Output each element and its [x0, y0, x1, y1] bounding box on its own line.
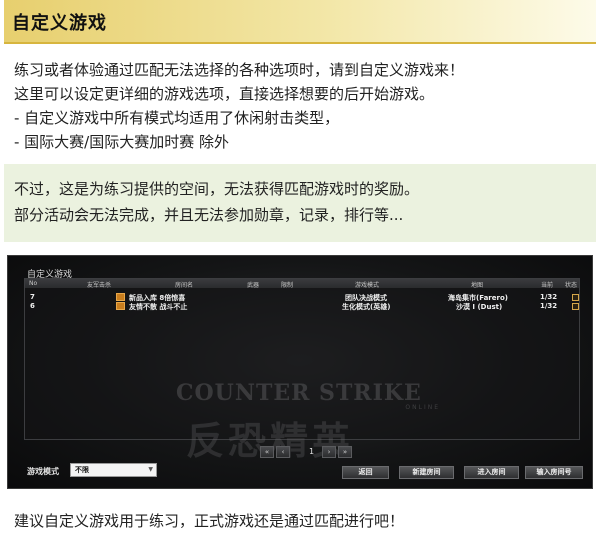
intro-line: - 国际大赛/国际大赛加时赛 除外: [14, 133, 230, 151]
first-page-button[interactable]: «: [260, 446, 274, 458]
back-button[interactable]: 返回: [342, 466, 389, 479]
page-title: 自定义游戏: [12, 13, 107, 34]
logo-brand: COUNTER STRIKE: [176, 380, 422, 406]
room-row[interactable]: 6 友情不散 战斗不止 生化模式(英雄) 沙漠 I (Dust) 1/32: [25, 302, 579, 311]
chevron-down-icon: ▼: [148, 466, 153, 473]
room-no: 6: [30, 302, 35, 310]
prev-page-button[interactable]: ‹: [276, 446, 290, 458]
room-no: 7: [30, 293, 35, 301]
room-players: 1/32: [540, 293, 558, 301]
enter-room-button[interactable]: 进入房间: [464, 466, 519, 479]
column-friendly-fire[interactable]: 友军击杀: [87, 280, 111, 289]
game-mode-label: 游戏模式: [27, 467, 59, 476]
room-badge-icon: [116, 302, 125, 310]
room-game-mode: 生化模式(英雄): [342, 303, 391, 311]
room-badge-icon: [116, 293, 125, 301]
next-page-button[interactable]: ›: [322, 446, 336, 458]
page-header: 自定义游戏: [4, 0, 596, 44]
note-line: 不过，这是为练习提供的空间，无法获得匹配游戏时的奖励。: [14, 180, 420, 198]
intro-line: 练习或者体验通过匹配无法选择的各种选项时，请到自定义游戏来！: [14, 61, 465, 79]
room-name: 友情不散 战斗不止: [129, 303, 188, 311]
game-mode-selected: 不限: [75, 466, 89, 474]
column-room-name[interactable]: 房间名: [175, 280, 193, 289]
logo-sub: ONLINE: [405, 404, 440, 411]
column-no[interactable]: No: [29, 280, 37, 287]
game-mode-select[interactable]: 不限 ▼: [70, 463, 157, 477]
status-icon: [572, 294, 579, 301]
room-pager: « ‹ 1 › »: [260, 446, 360, 459]
intro-text: 练习或者体验通过匹配无法选择的各种选项时，请到自定义游戏来！ 这里可以设定更详细…: [14, 58, 584, 154]
room-row[interactable]: 7 新品入库 8倍惊喜 团队决战模式 海岛集市(Farero) 1/32: [25, 293, 579, 302]
room-list-header: No 友军击杀 房间名 武器 限制 游戏模式 地图 当前 状态: [25, 279, 579, 289]
create-room-button[interactable]: 新建房间: [399, 466, 454, 479]
last-page-button[interactable]: »: [338, 446, 352, 458]
column-game-mode[interactable]: 游戏模式: [355, 280, 379, 289]
column-weapon[interactable]: 武器: [247, 280, 259, 289]
room-players: 1/32: [540, 302, 558, 310]
column-players[interactable]: 当前: [541, 280, 553, 289]
column-limit[interactable]: 限制: [281, 280, 293, 289]
room-map: 沙漠 I (Dust): [456, 303, 503, 311]
status-icon: [572, 303, 579, 310]
note-line: 部分活动会无法完成，并且无法参加勋章，记录，排行等...: [14, 206, 404, 224]
column-map[interactable]: 地图: [471, 280, 483, 289]
page-number: 1: [309, 447, 315, 456]
custom-game-screenshot: 自定义游戏 No 友军击杀 房间名 武器 限制 游戏模式 地图 当前 状态 7 …: [7, 255, 593, 489]
column-status[interactable]: 状态: [565, 280, 577, 289]
enter-room-number-button[interactable]: 输入房间号: [525, 466, 583, 479]
footer-text: 建议自定义游戏用于练习，正式游戏还是通过匹配进行吧！: [14, 512, 405, 530]
intro-line: 这里可以设定更详细的游戏选项，直接选择想要的后开始游戏。: [14, 85, 435, 103]
note-box: 不过，这是为练习提供的空间，无法获得匹配游戏时的奖励。 部分活动会无法完成，并且…: [4, 164, 596, 242]
intro-line: - 自定义游戏中所有模式均适用了休闲射击类型，: [14, 109, 340, 127]
